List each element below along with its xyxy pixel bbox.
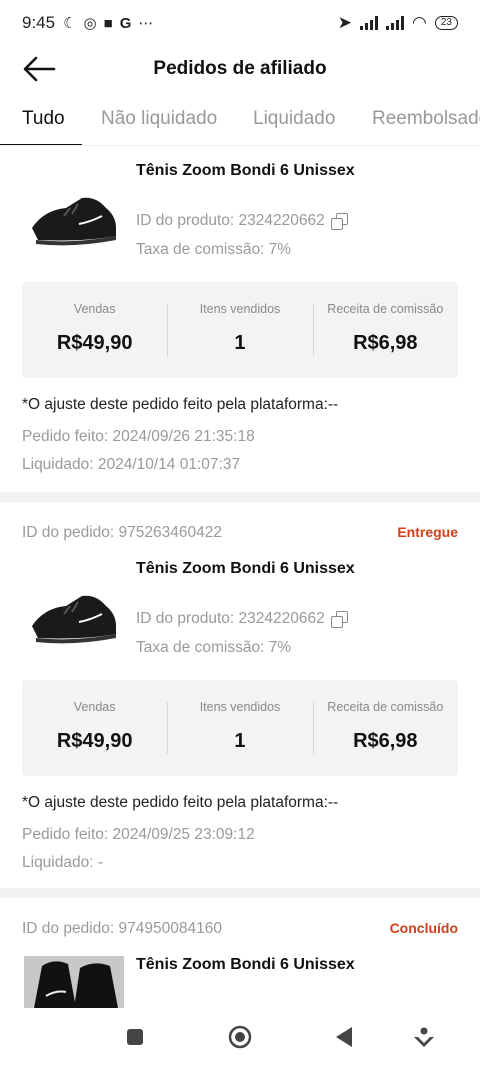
placed-date: Pedido feito: 2024/09/26 21:35:18 bbox=[22, 428, 255, 445]
order-id-row: ID do pedido: 975263460422 Entregue bbox=[22, 524, 458, 548]
divider bbox=[0, 888, 480, 898]
order-id: ID do pedido: 975263460422 bbox=[22, 524, 222, 541]
copy-icon[interactable] bbox=[330, 611, 348, 628]
tab-settled[interactable]: Liquidado bbox=[253, 108, 335, 130]
order-stats: Vendas R$49,90 Itens vendidos 1 Receita … bbox=[22, 680, 458, 776]
adjust-note: *O ajuste deste pedido feito pela plataf… bbox=[22, 794, 339, 811]
order-id: ID do pedido: 974950084160 bbox=[22, 920, 222, 937]
product-name: Tênis Zoom Bondi 6 Unissex bbox=[136, 162, 355, 179]
stat-value: R$49,90 bbox=[56, 730, 133, 752]
product-id-text: ID do produto: 2324220662 bbox=[136, 212, 325, 229]
divider bbox=[0, 492, 480, 502]
tab-refunded[interactable]: Reembolsado bbox=[372, 108, 480, 130]
stat-value: R$6,98 bbox=[353, 332, 418, 354]
settled-date: Liquidado: 2024/10/14 01:07:37 bbox=[22, 456, 241, 473]
order-card[interactable]: Tênis Zoom Bondi 6 Unissex ID do produto… bbox=[0, 146, 480, 492]
stat-value: 1 bbox=[234, 332, 246, 354]
stat-sales: Vendas R$49,90 bbox=[22, 680, 167, 776]
assistant-icon[interactable] bbox=[412, 1026, 436, 1050]
google-icon: G bbox=[119, 14, 132, 32]
clock: 9:45 bbox=[22, 13, 56, 32]
home-icon[interactable] bbox=[228, 1025, 252, 1049]
back-arrow-icon[interactable] bbox=[20, 52, 60, 86]
app-header: Pedidos de afiliado bbox=[0, 46, 480, 92]
moon-icon: ☾ bbox=[63, 15, 77, 32]
stat-value: R$6,98 bbox=[353, 730, 418, 752]
product-name: Tênis Zoom Bondi 6 Unissex bbox=[136, 956, 355, 973]
commission-rate: Taxa de comissão: 7% bbox=[136, 241, 292, 258]
order-card[interactable]: ID do pedido: 975263460422 Entregue Têni… bbox=[0, 502, 480, 888]
system-nav-bar bbox=[0, 1008, 480, 1066]
signal-icon bbox=[360, 16, 379, 30]
stat-label: Receita de comissão bbox=[327, 700, 444, 714]
recent-apps-icon[interactable] bbox=[126, 1028, 144, 1046]
order-id-row: ID do pedido: 974950084160 Concluído bbox=[22, 920, 458, 944]
stat-items-sold: Itens vendidos 1 bbox=[167, 282, 312, 378]
video-icon: ■ bbox=[103, 14, 113, 32]
status-badge: Entregue bbox=[397, 524, 458, 540]
product-name: Tênis Zoom Bondi 6 Unissex bbox=[136, 560, 355, 577]
stat-commission: Receita de comissão R$6,98 bbox=[312, 282, 458, 378]
product-id-text: ID do produto: 2324220662 bbox=[136, 610, 325, 627]
stat-value: 1 bbox=[234, 730, 246, 752]
stat-items-sold: Itens vendidos 1 bbox=[167, 680, 312, 776]
tab-unsettled[interactable]: Não liquidado bbox=[101, 108, 217, 130]
product-image bbox=[32, 595, 116, 644]
product-image bbox=[24, 956, 124, 1008]
instagram-icon: ◎ bbox=[83, 15, 97, 32]
location-icon: ➤ bbox=[337, 13, 353, 32]
page-title: Pedidos de afiliado bbox=[153, 58, 327, 79]
stat-label: Itens vendidos bbox=[199, 302, 281, 316]
order-card[interactable]: ID do pedido: 974950084160 Concluído Tên… bbox=[0, 898, 480, 1008]
stat-value: R$49,90 bbox=[56, 332, 133, 354]
status-badge: Concluído bbox=[389, 920, 458, 936]
back-nav-icon[interactable] bbox=[334, 1026, 354, 1048]
stat-label: Vendas bbox=[73, 700, 116, 714]
stat-commission: Receita de comissão R$6,98 bbox=[312, 680, 458, 776]
adjust-note: *O ajuste deste pedido feito pela plataf… bbox=[22, 396, 339, 413]
tab-all[interactable]: Tudo bbox=[22, 108, 65, 130]
battery-icon: 23 bbox=[434, 16, 458, 30]
status-bar: 9:45 ☾ ◎ ■ G ⋯ ➤ ◠ 23 bbox=[0, 0, 480, 46]
tab-bar: Tudo Não liquidado Liquidado Reembolsado bbox=[0, 96, 480, 146]
product-id: ID do produto: 2324220662 bbox=[136, 212, 348, 230]
stat-label: Itens vendidos bbox=[199, 700, 281, 714]
copy-icon[interactable] bbox=[330, 213, 348, 230]
stat-label: Receita de comissão bbox=[327, 302, 444, 316]
settled-date: Liquidado: - bbox=[22, 854, 104, 871]
product-id: ID do produto: 2324220662 bbox=[136, 610, 348, 628]
commission-rate: Taxa de comissão: 7% bbox=[136, 639, 292, 656]
signal-icon-2 bbox=[386, 16, 405, 30]
placed-date: Pedido feito: 2024/09/25 23:09:12 bbox=[22, 826, 255, 843]
stat-sales: Vendas R$49,90 bbox=[22, 282, 167, 378]
product-image bbox=[32, 197, 116, 246]
more-icon: ⋯ bbox=[138, 15, 154, 32]
order-stats: Vendas R$49,90 Itens vendidos 1 Receita … bbox=[22, 282, 458, 378]
wifi-icon: ◠ bbox=[412, 13, 427, 32]
stat-label: Vendas bbox=[73, 302, 116, 316]
